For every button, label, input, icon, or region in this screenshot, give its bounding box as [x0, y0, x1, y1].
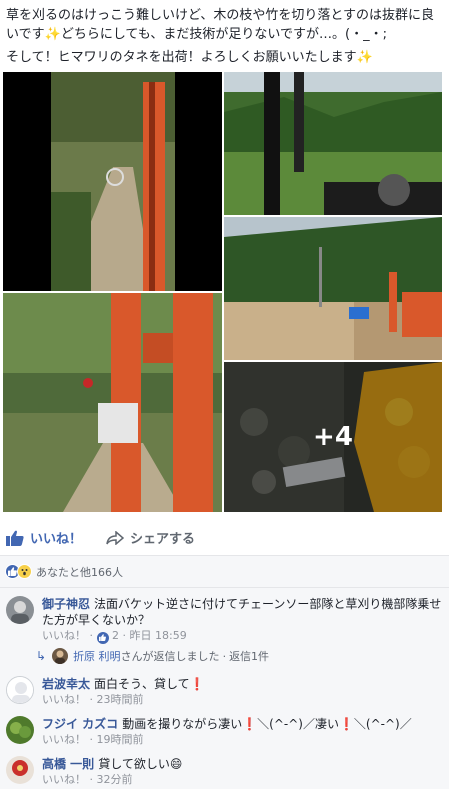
- comment-time[interactable]: 23時間前: [97, 693, 144, 706]
- exclamation-icon: ❗: [189, 677, 205, 691]
- comment-meta: いいね！ · 19時間前: [42, 733, 144, 746]
- comment-time[interactable]: 昨日 18:59: [130, 629, 187, 642]
- avatar[interactable]: [6, 716, 34, 744]
- smile-emoji-icon: 😄: [169, 757, 183, 771]
- comment: 御子神忍 法面バケット逆さに付けてチェーンソー部隊と草刈り機部隊乗せた方が早くない…: [0, 596, 449, 644]
- commenter-name[interactable]: 御子神忍: [42, 597, 90, 611]
- comment-meta: いいね！ · 32分前: [42, 773, 133, 786]
- reply-text: さんが返信しました: [120, 650, 220, 663]
- sparkle-icon: ✨: [44, 27, 61, 42]
- commenter-name[interactable]: フジイ カズコ: [42, 717, 118, 731]
- reply-count: 返信1件: [229, 650, 270, 663]
- reply-arrow-icon: ↳: [36, 649, 47, 663]
- photo-4[interactable]: [3, 293, 222, 512]
- reply-summary[interactable]: ↳ 折原 利明 さんが返信しました · 返信1件: [0, 644, 449, 668]
- comment-body: フジイ カズコ 動画を撮りながら凄い❗＼(^-^)／凄い❗＼(^-^)／ いいね！…: [42, 717, 412, 746]
- comment-time[interactable]: 19時間前: [97, 733, 144, 746]
- comment-body: 岩波幸太 面白そう、貸して❗ いいね！ · 23時間前: [42, 676, 205, 708]
- comment-text: 法面バケット逆さに付けてチェーンソー部隊と草刈り機部隊乗せた方が早くないか？: [42, 597, 442, 627]
- exclamation-icon: ❗: [242, 717, 258, 731]
- like-count-icon: [96, 631, 109, 644]
- reaction-summary[interactable]: あなたと他166人: [0, 556, 449, 588]
- avatar[interactable]: [6, 596, 34, 624]
- comment-text: 貸して欲しい: [98, 757, 170, 771]
- thumbs-up-icon: [6, 530, 24, 546]
- comment: 岩波幸太 面白そう、貸して❗ いいね！ · 23時間前: [0, 676, 449, 708]
- comment-body: 御子神忍 法面バケット逆さに付けてチェーンソー部隊と草刈り機部隊乗せた方が早くない…: [42, 596, 443, 644]
- photo-5-more[interactable]: +4: [224, 362, 442, 512]
- post-line-1: 草を刈るのはけっこう難しいけど、木の枝や竹を切り落とすのは抜群に良いです✨どちら…: [6, 8, 434, 42]
- comment-text: 動画を撮りながら凄い: [122, 717, 243, 731]
- comment: 高橋 一則 貸して欲しい😄 いいね！ · 32分前: [0, 756, 449, 788]
- comment-like-link[interactable]: いいね！: [42, 733, 86, 746]
- like-button[interactable]: いいね！: [6, 528, 82, 547]
- feedback-section: あなたと他166人 御子神忍 法面バケット逆さに付けてチェーンソー部隊と草刈り機部…: [0, 556, 449, 789]
- post-text: 草を刈るのはけっこう難しいけど、木の枝や竹を切り落とすのは抜群に良いです✨どちら…: [0, 0, 449, 70]
- comment-like-link[interactable]: いいね！: [42, 773, 86, 786]
- comment-body: 高橋 一則 貸して欲しい😄 いいね！ · 32分前: [42, 756, 182, 788]
- photo-1[interactable]: [3, 72, 222, 291]
- comment-text: 面白そう、貸して: [94, 677, 190, 691]
- comment-like-link[interactable]: いいね！: [42, 629, 86, 642]
- sparkle-icon: ✨: [356, 50, 373, 65]
- avatar: [52, 648, 69, 664]
- commenter-name[interactable]: 高橋 一則: [42, 757, 94, 771]
- comment-meta: いいね！ · 23時間前: [42, 693, 144, 706]
- comment-time[interactable]: 32分前: [97, 773, 133, 786]
- photo-grid: +4: [0, 70, 449, 512]
- reply-author[interactable]: 折原 利明: [73, 648, 121, 664]
- like-label: いいね！: [30, 532, 83, 547]
- share-arrow-icon: [106, 530, 125, 545]
- avatar[interactable]: [6, 676, 34, 704]
- commenter-name[interactable]: 岩波幸太: [42, 677, 90, 691]
- photo-2[interactable]: [224, 72, 442, 215]
- reaction-count: あなたと他166人: [36, 565, 123, 579]
- post-line-2: そして！ヒマワリのタネを出荷！よろしくお願いいたします✨: [6, 50, 373, 65]
- avatar[interactable]: [6, 756, 34, 784]
- like-count: 2: [112, 629, 119, 642]
- comment-like-link[interactable]: いいね！: [42, 693, 86, 706]
- wow-reaction-icon: [17, 564, 32, 579]
- share-label: シェアする: [130, 532, 196, 547]
- exclamation-icon: ❗: [338, 717, 354, 731]
- comment: フジイ カズコ 動画を撮りながら凄い❗＼(^-^)／凄い❗＼(^-^)／ いいね！…: [0, 716, 449, 748]
- more-photos-count: +4: [224, 362, 442, 512]
- post-actions: いいね！ シェアする: [0, 520, 449, 556]
- photo-3[interactable]: [224, 217, 442, 360]
- comment-meta: いいね！ · 2 · 昨日 18:59: [42, 629, 187, 644]
- share-button[interactable]: シェアする: [106, 528, 195, 547]
